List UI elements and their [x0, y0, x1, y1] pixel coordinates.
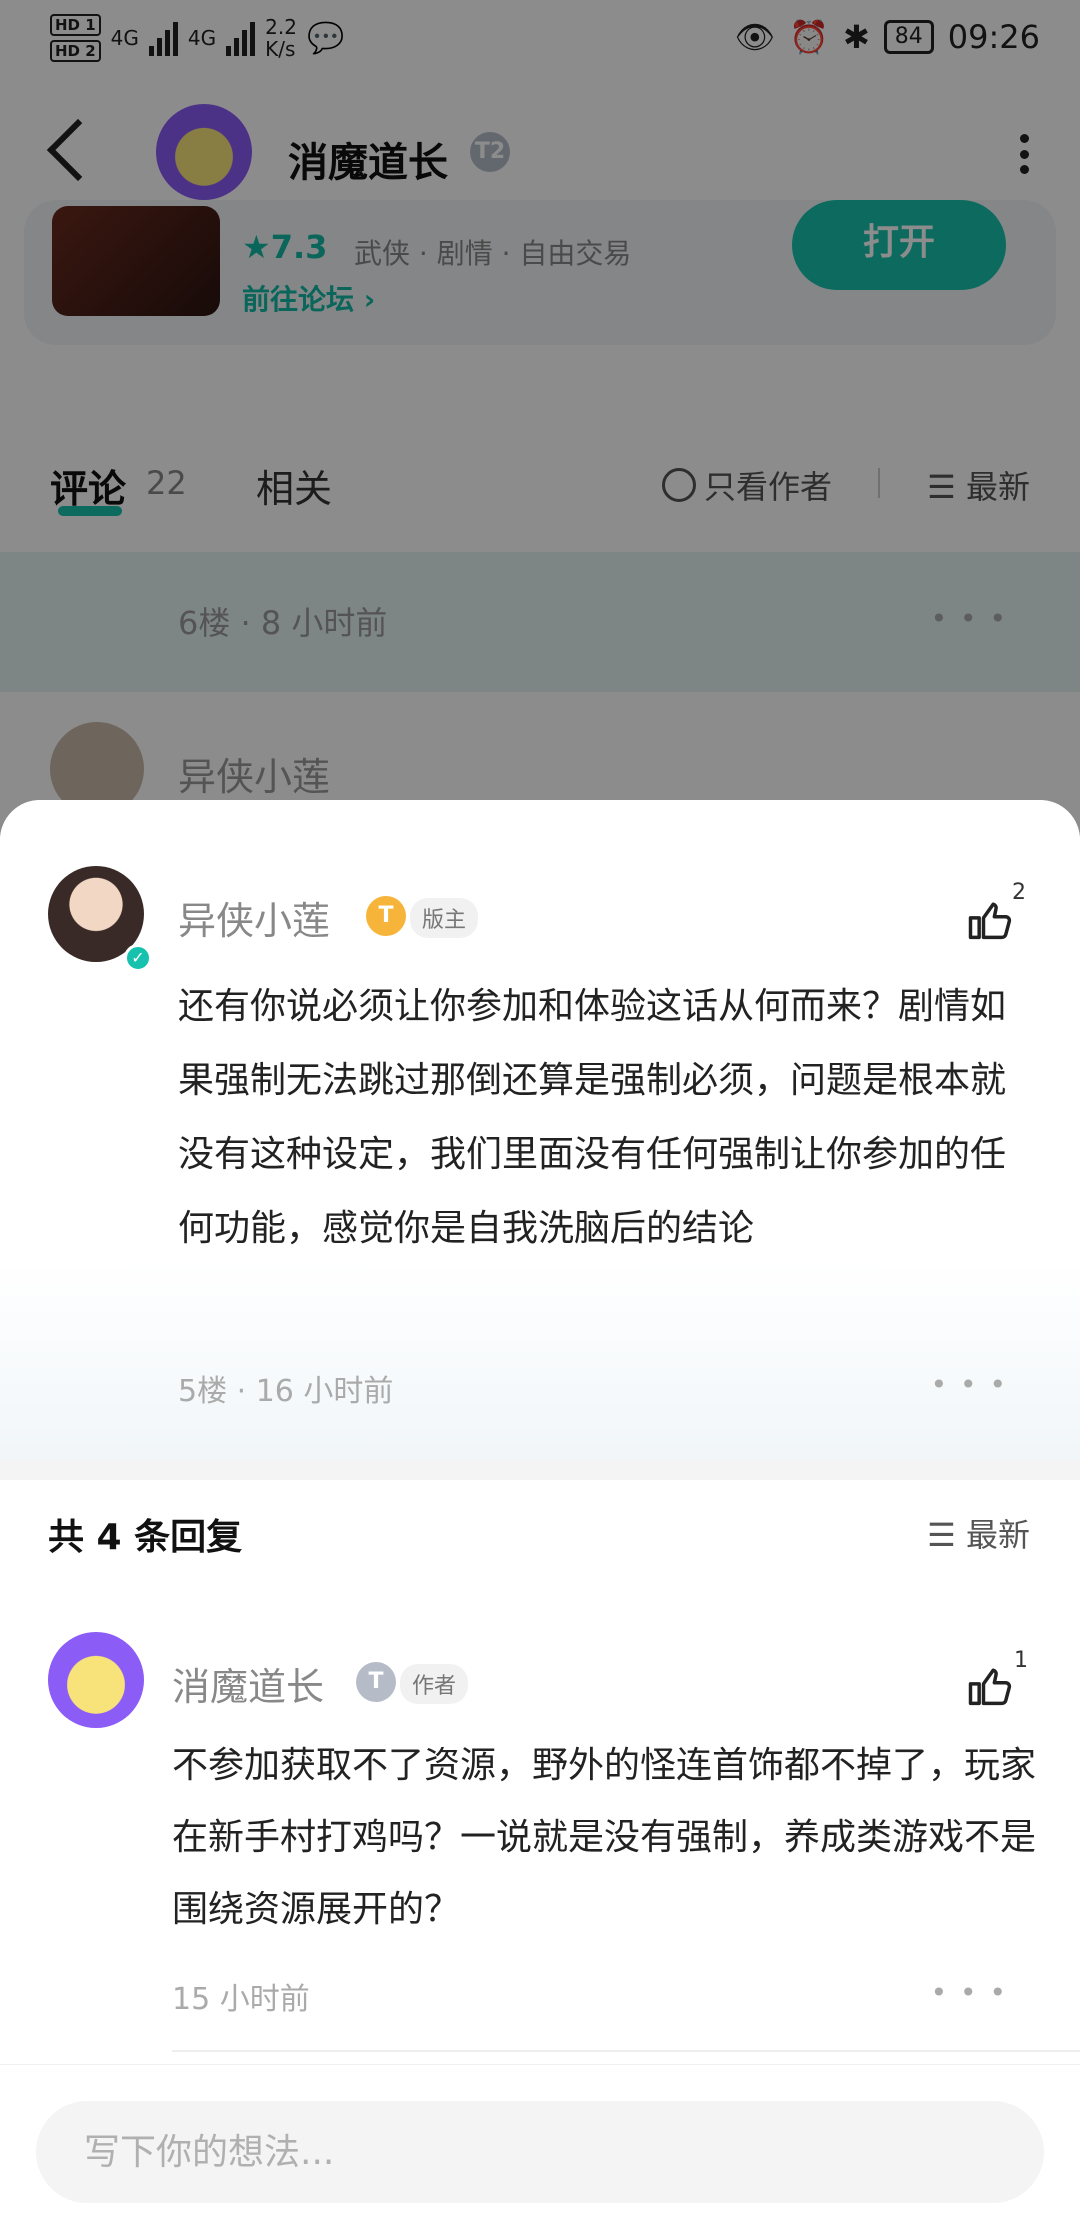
- reply-body: 不参加获取不了资源，野外的怪连首饰都不掉了，玩家在新手村打鸡吗？一说就是没有强制…: [172, 1745, 1037, 1930]
- more-horizontal-icon[interactable]: • • •: [931, 1976, 1008, 2009]
- thumbs-up-icon[interactable]: [964, 1660, 1016, 1712]
- comment-body: 还有你说必须让你参加和体验这话从何而来？剧情如果强制无法跳过那倒还算是强制必须，…: [178, 986, 1007, 1249]
- more-horizontal-icon[interactable]: • • •: [931, 1368, 1008, 1401]
- replies-count-header: 共 4 条回复: [48, 1517, 243, 1558]
- thumbs-up-icon[interactable]: [964, 894, 1016, 946]
- reply-user-name[interactable]: 消魔道长: [172, 1656, 324, 1711]
- reply-user-avatar[interactable]: [48, 1632, 144, 1728]
- replies-sort-label: 最新: [965, 1516, 1030, 1554]
- reply-input-bar: [0, 2064, 1080, 2240]
- sort-lines-icon: ☰: [927, 1516, 966, 1554]
- reply-like-count: 1: [1014, 1648, 1028, 1673]
- reply-input[interactable]: [36, 2101, 1044, 2203]
- section-gap: [0, 1460, 1080, 1480]
- replies-sort-button[interactable]: ☰ 最新: [927, 1510, 1030, 1556]
- divider: [172, 2050, 1080, 2052]
- comment-meta: 5楼 · 16 小时前: [178, 1374, 394, 1409]
- reply-meta: 15 小时前: [172, 1982, 310, 2017]
- author-badge: 作者: [400, 1664, 469, 1704]
- like-count: 2: [1012, 880, 1026, 905]
- reply-sheet: ✓ 异侠小莲 T 版主 2 还有你说必须让你参加和体验这话从何而来？剧情如果强制…: [0, 800, 1080, 2240]
- parent-comment: ✓ 异侠小莲 T 版主 2 还有你说必须让你参加和体验这话从何而来？剧情如果强制…: [0, 800, 1080, 1460]
- verified-check-icon: ✓: [124, 944, 152, 972]
- role-badge: 版主: [410, 898, 479, 938]
- level-badge: T: [356, 1662, 396, 1702]
- user-name[interactable]: 异侠小莲: [178, 890, 330, 945]
- level-badge: T: [366, 896, 406, 936]
